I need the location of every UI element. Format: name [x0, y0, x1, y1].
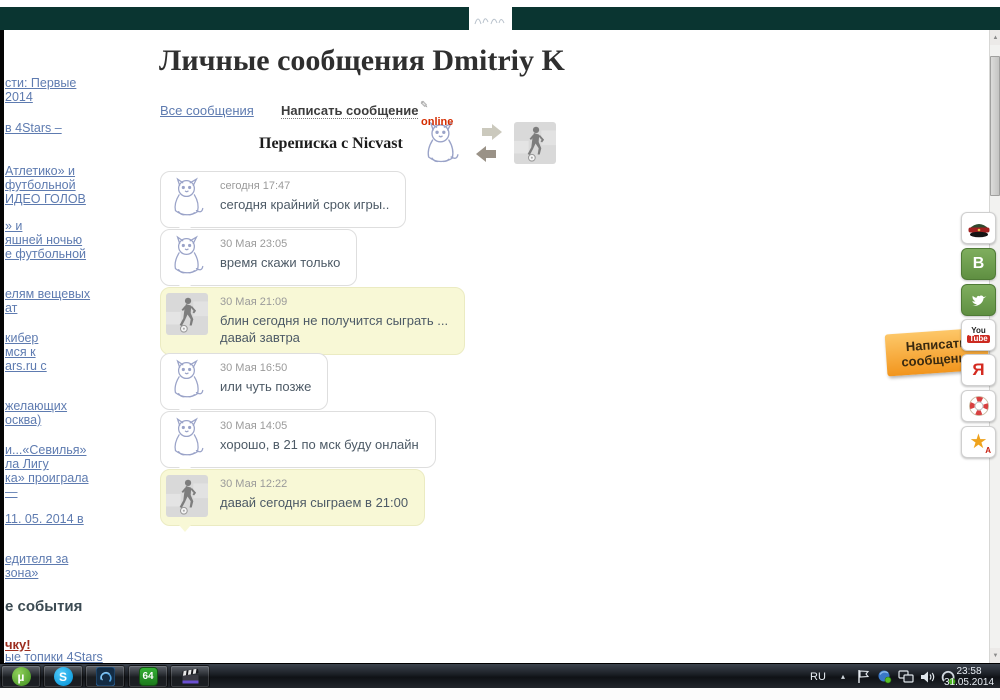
youtube-text-bottom: Tube [967, 335, 990, 343]
star-badge-letter: A [985, 446, 991, 455]
cat-avatar-icon [166, 417, 208, 459]
sidebar-link[interactable]: кибер мся к ars.ru с [5, 331, 47, 373]
paw-sketch-icon [472, 9, 510, 29]
sidebar-link[interactable]: елям вещевых ат [5, 287, 90, 315]
blue-swirl-icon [96, 667, 115, 686]
sidebar-link[interactable]: Атлетико» и футбольной ИДЕО ГОЛОВ [5, 164, 86, 206]
message-time: 30 Мая 23:05 [220, 238, 340, 250]
app64-icon: 64 [139, 667, 158, 686]
message-time: 30 Мая 14:05 [220, 420, 419, 432]
windows-taskbar: µ S 64 [0, 663, 1000, 688]
sidebar-link[interactable]: и...«Севилья» ла Лигу ка» проиграла — [5, 443, 88, 499]
twitter-bird-glyph [969, 291, 989, 309]
message-text: хорошо, в 21 по мск буду онлайн [220, 436, 419, 453]
sidebar-link[interactable]: 11. 05. 2014 в [5, 512, 84, 526]
cat-avatar-icon [166, 177, 208, 219]
message-text: или чуть позже [220, 378, 311, 395]
volume-icon[interactable] [918, 664, 938, 689]
military-cap-icon[interactable] [961, 212, 996, 244]
taskbar-clock[interactable]: 23:58 31.05.2014 [938, 664, 1000, 689]
taskbar-video-editor-button[interactable] [170, 665, 210, 688]
language-indicator[interactable]: RU [806, 664, 830, 689]
vk-letter: В [973, 255, 985, 273]
sidebar-link[interactable]: в 4Stars – [5, 121, 62, 135]
lifebuoy-icon[interactable] [961, 390, 996, 422]
clock-date: 31.05.2014 [944, 677, 994, 688]
taskbar-utorrent-button[interactable]: µ [1, 665, 41, 688]
sidebar-link[interactable]: сти: Первые 2014 [5, 76, 76, 104]
display-settings-icon[interactable] [896, 664, 916, 689]
skype-icon: S [54, 667, 73, 686]
scroll-up-button[interactable]: ▲ [990, 30, 1000, 45]
tray-expand-icon[interactable]: ▴ [834, 664, 852, 689]
scroll-down-button[interactable]: ▼ [990, 648, 1000, 663]
message-text: сегодня крайний срок игры.. [220, 196, 389, 213]
lifebuoy-glyph [968, 395, 990, 417]
star-rating-icon[interactable]: ★ A [961, 426, 996, 458]
online-status-badge: online [421, 116, 453, 128]
sidebar-topics-link[interactable]: ые топики 4Stars [5, 650, 103, 664]
exchange-arrows-icon [476, 124, 502, 164]
write-message-link[interactable]: Написать сообщение [281, 103, 418, 119]
message-time: сегодня 17:47 [220, 180, 389, 192]
message-text: давай сегодня сыграем в 21:00 [220, 494, 408, 511]
cat-avatar-icon [166, 235, 208, 277]
footballer-avatar-icon [166, 293, 208, 335]
message-time: 30 Мая 12:22 [220, 478, 408, 490]
message-bubble: 30 Мая 23:05 время скажи только [160, 229, 357, 286]
desktop-edge-strip [0, 30, 4, 663]
message-bubble: 30 Мая 16:50 или чуть позже [160, 353, 328, 410]
scrollbar-thumb[interactable] [990, 56, 1000, 196]
clock-time: 23:58 [944, 666, 994, 677]
utorrent-icon: µ [12, 667, 31, 686]
clapperboard-icon [181, 667, 200, 686]
page-title: Личные сообщения Dmitriy K [159, 44, 565, 78]
message-bubble-own: 30 Мая 21:09 блин сегодня не получится с… [160, 287, 465, 355]
sidebar-link[interactable]: » и яшней ночью е футбольной [5, 219, 86, 261]
bottom-strip [0, 688, 1000, 700]
message-text: блин сегодня не получится сыграть ... да… [220, 312, 448, 346]
vk-icon[interactable]: В [961, 248, 996, 280]
taskbar-app64-button[interactable]: 64 [128, 665, 168, 688]
edit-icon: ✎ [420, 100, 428, 111]
cap-glyph [966, 218, 992, 238]
desktop-screen: сти: Первые 2014 в 4Stars – Атлетико» и … [0, 0, 1000, 700]
dmitriy-avatar [514, 122, 556, 164]
cat-avatar-icon [166, 359, 208, 401]
youtube-logo: You Tube [967, 327, 990, 343]
header-doodle [469, 7, 512, 30]
message-bubble: сегодня 17:47 сегодня крайний срок игры.… [160, 171, 406, 228]
message-time: 30 Мая 21:09 [220, 296, 448, 308]
action-center-flag-icon[interactable] [854, 664, 872, 689]
conversation-title: Переписка с Nicvast [259, 135, 403, 153]
message-bubble: 30 Мая 14:05 хорошо, в 21 по мск буду он… [160, 411, 436, 468]
sidebar-events-header: е события [5, 598, 82, 615]
twitter-icon[interactable] [961, 284, 996, 316]
yandex-icon[interactable]: Я [961, 354, 996, 386]
taskbar-media-app-button[interactable] [85, 665, 125, 688]
all-messages-link[interactable]: Все сообщения [160, 103, 254, 118]
message-text: время скажи только [220, 254, 340, 271]
youtube-icon[interactable]: You Tube [961, 319, 996, 351]
message-time: 30 Мая 16:50 [220, 362, 311, 374]
yandex-letter: Я [972, 360, 984, 380]
security-app-icon[interactable] [874, 664, 894, 689]
top-strip [0, 0, 1000, 7]
sidebar-link[interactable]: едителя за зона» [5, 552, 68, 580]
sidebar-link[interactable]: желающих осква) [5, 399, 67, 427]
footballer-avatar-icon [166, 475, 208, 517]
taskbar-skype-button[interactable]: S [43, 665, 83, 688]
message-bubble-own: 30 Мая 12:22 давай сегодня сыграем в 21:… [160, 469, 425, 526]
